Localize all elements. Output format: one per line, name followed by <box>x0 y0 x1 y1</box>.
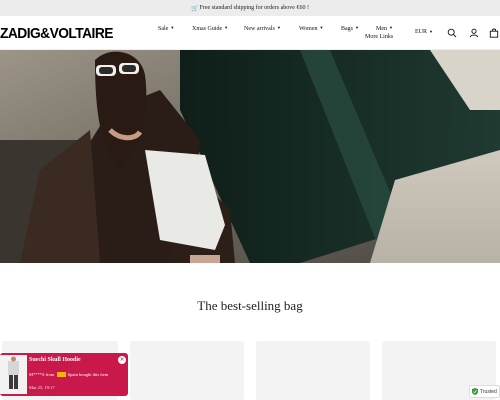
product-card[interactable] <box>256 341 370 400</box>
nav-xmas-guide[interactable]: Xmas Guide ▼ <box>192 25 228 32</box>
popup-message: M****S from Spain bought this item <box>29 372 108 377</box>
chevron-down-icon: ▼ <box>319 25 324 30</box>
account-icon[interactable] <box>469 28 479 38</box>
currency-label: EUR <box>415 29 427 35</box>
nav-sale-label: Sale <box>158 26 169 32</box>
nav-women-label: Women <box>299 26 318 32</box>
popup-message-prefix: M****S from <box>29 372 55 377</box>
chevron-down-icon: ▼ <box>276 25 281 30</box>
product-thumbnail <box>0 355 27 394</box>
product-card[interactable] <box>130 341 244 400</box>
chevron-down-icon: ▼ <box>429 29 433 34</box>
nav-xmas-guide-label: Xmas Guide <box>192 26 223 32</box>
chevron-down-icon: ▼ <box>224 25 229 30</box>
cart-icon: 🛒 <box>191 5 199 12</box>
brand-logo[interactable]: ZADIG&VOLTAIRE <box>0 25 113 42</box>
chevron-down-icon: ▼ <box>355 25 359 30</box>
nav-more-links[interactable]: More Links <box>365 34 393 40</box>
nav-women[interactable]: Women ▼ <box>299 25 323 32</box>
trust-badge[interactable]: Trusted <box>469 385 500 398</box>
spain-flag-icon <box>56 372 66 377</box>
search-icon[interactable] <box>447 28 457 38</box>
chevron-down-icon: ▼ <box>389 25 393 30</box>
popup-date: Mar 25, 19:17 <box>29 385 55 390</box>
nav-men[interactable]: Men ▼ <box>376 25 393 32</box>
currency-selector[interactable]: EUR ▼ <box>415 29 433 35</box>
site-header: ZADIG&VOLTAIRE Sale ▼ Xmas Guide ▼ New arr… <box>0 16 500 50</box>
nav-bags-label: Bags <box>341 26 353 32</box>
nav-new-arrivals-label: New arrivals <box>244 26 275 32</box>
bag-icon[interactable] <box>489 28 499 38</box>
announcement-bar: 🛒 Free standard shipping for orders abov… <box>0 0 500 16</box>
hero-photo <box>0 50 500 263</box>
shield-check-icon <box>472 388 478 395</box>
trust-badge-label: Trusted <box>480 388 497 395</box>
close-icon[interactable]: × <box>118 356 126 364</box>
nav-men-label: Men <box>376 26 387 32</box>
recent-purchase-popup[interactable]: Suechi Skull Hoodie M****S from Spain bo… <box>0 353 128 396</box>
nav-sale[interactable]: Sale ▼ <box>158 25 174 32</box>
announcement-text: Free standard shipping for orders above … <box>199 5 309 11</box>
popup-message-suffix: Spain bought this item <box>67 372 109 377</box>
chevron-down-icon: ▼ <box>170 25 175 30</box>
hero-banner[interactable] <box>0 50 500 263</box>
section-title: The best-selling bag <box>197 298 303 313</box>
popup-product-name: Suechi Skull Hoodie <box>29 357 81 363</box>
nav-bags[interactable]: Bags ▼ <box>341 25 359 32</box>
nav-new-arrivals[interactable]: New arrivals ▼ <box>244 25 281 32</box>
